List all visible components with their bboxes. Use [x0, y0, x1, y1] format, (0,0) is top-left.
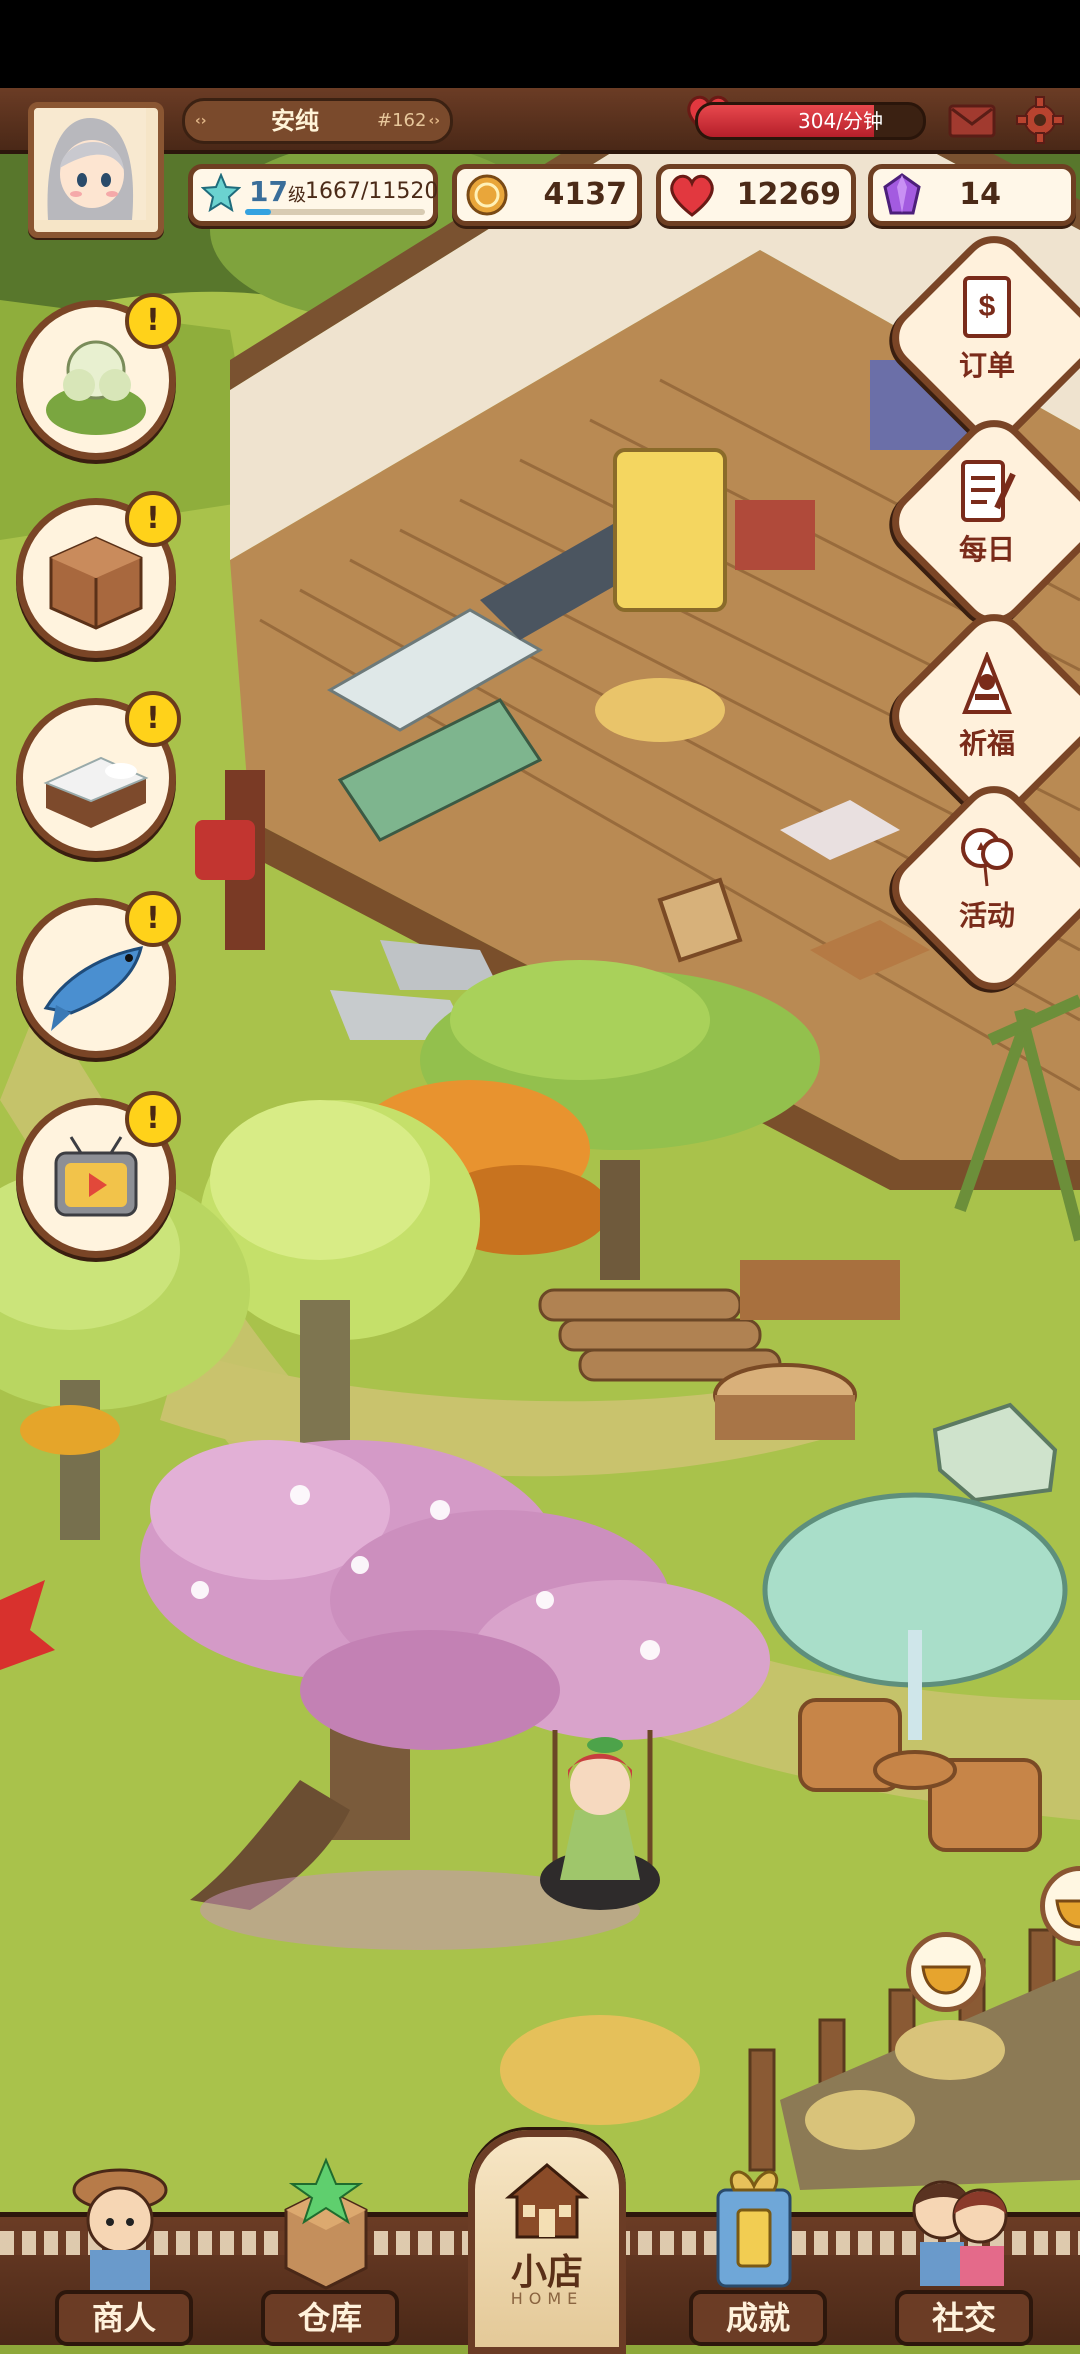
nav-shop-label: 小店: [510, 2252, 583, 2293]
gems-value: 14: [959, 177, 1001, 212]
event-button[interactable]: 活动: [912, 806, 1062, 956]
chevron-right-icon: ‹›: [428, 113, 440, 129]
nav-warehouse-label: 仓库: [261, 2290, 399, 2346]
nav-achievement-label: 成就: [689, 2290, 827, 2346]
bowl-pickup[interactable]: [1040, 1866, 1080, 1946]
task-alert-badge: !: [125, 691, 181, 747]
coins-panel[interactable]: 4137: [452, 164, 642, 226]
player-avatar[interactable]: [28, 102, 164, 238]
xp-bar: [245, 209, 425, 215]
nav-shop-sublabel: HOME: [510, 2289, 584, 2308]
prayer-label: 祈福: [958, 727, 1015, 760]
player-name: 安纯: [271, 107, 319, 135]
level-value: 17级: [249, 175, 306, 208]
level-star-icon: [201, 173, 241, 213]
player-portrait-icon: [34, 108, 146, 220]
player-id: #162: [377, 110, 427, 131]
social-couple-icon: [912, 2180, 1008, 2286]
gear-icon[interactable]: [1016, 96, 1064, 144]
task-alert-badge: !: [125, 491, 181, 547]
bowl-icon: [921, 1965, 971, 1995]
nav-social-label: 社交: [895, 2290, 1033, 2346]
task-bubble-cabinet[interactable]: !: [16, 491, 181, 658]
task-bubble-fish[interactable]: !: [16, 891, 181, 1058]
xp-text: 1667/11520: [305, 179, 439, 204]
level-panel[interactable]: 17级 1667/11520: [188, 164, 438, 226]
gems-panel[interactable]: 14: [868, 164, 1076, 226]
event-balloon-icon: [961, 828, 1013, 887]
daily-checklist-icon: [961, 460, 1016, 522]
nav-warehouse[interactable]: 仓库: [236, 2150, 416, 2346]
daily-button[interactable]: 每日: [912, 440, 1062, 590]
task-bubble-cabbage[interactable]: !: [16, 293, 181, 460]
prayer-button[interactable]: 祈福: [912, 634, 1062, 784]
top-hud: ‹› 安纯 #162 ‹› 304/分钟 17级 1667/11520 4137…: [0, 88, 1080, 238]
mail-icon[interactable]: [948, 104, 996, 138]
order-book-icon: $: [963, 276, 1011, 338]
bowl-pickup[interactable]: [906, 1932, 986, 2012]
task-bubble-tv[interactable]: !: [16, 1091, 181, 1258]
achievement-gift-icon: [716, 2170, 792, 2288]
nav-merchant[interactable]: 商人: [30, 2150, 210, 2346]
xp-bar-fill: [245, 209, 272, 215]
warehouse-box-icon: [284, 2157, 368, 2290]
task-alert-badge: !: [125, 1091, 181, 1147]
event-label: 活动: [958, 899, 1015, 932]
daily-label: 每日: [958, 533, 1015, 566]
nav-achievement[interactable]: 成就: [664, 2150, 844, 2346]
energy-bar: 304/分钟: [695, 102, 926, 140]
task-alert-badge: !: [125, 891, 181, 947]
task-alert-badge: !: [125, 293, 181, 349]
order-button[interactable]: $ 订单: [912, 256, 1062, 406]
order-label: 订单: [958, 349, 1015, 382]
task-bubble-bed[interactable]: !: [16, 691, 181, 858]
nav-shop-home[interactable]: 小店 HOME: [468, 2130, 626, 2354]
energy-rate-text: 304/分钟: [798, 109, 883, 133]
device-status-bar: [0, 0, 1080, 88]
shop-house-icon: [505, 2163, 589, 2239]
chevron-left-icon: ‹›: [195, 113, 207, 129]
nav-social[interactable]: 社交: [870, 2150, 1050, 2346]
prayer-icon: [962, 652, 1012, 714]
player-name-plate[interactable]: ‹› 安纯 #162 ‹›: [182, 98, 453, 144]
hearts-panel[interactable]: 12269: [656, 164, 856, 226]
hearts-value: 12269: [736, 177, 841, 212]
coins-value: 4137: [543, 177, 628, 212]
merchant-icon: [72, 2168, 168, 2290]
nav-merchant-label: 商人: [55, 2290, 193, 2346]
svg-text:$: $: [979, 290, 996, 323]
bowl-icon: [1055, 1899, 1080, 1929]
